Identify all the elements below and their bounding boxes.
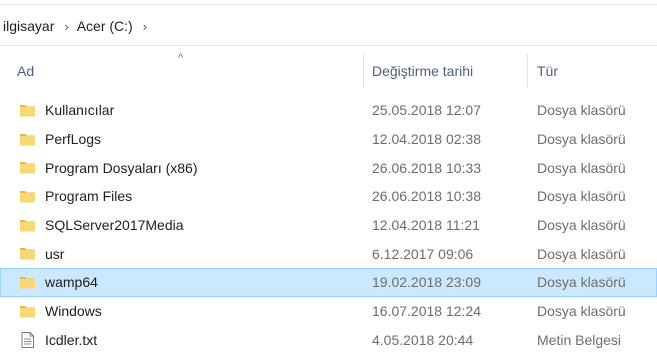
file-name: Windows	[45, 303, 102, 319]
file-name: wamp64	[45, 274, 98, 290]
folder-icon	[19, 102, 36, 118]
file-row[interactable]: Program Dosyaları (x86) 26.06.2018 10:33 D…	[0, 153, 657, 182]
file-type: Dosya klasörü	[537, 160, 626, 176]
file-modified-date: 12.04.2018 02:38	[372, 131, 481, 147]
file-type: Dosya klasörü	[537, 303, 626, 319]
breadcrumb: ilgisayar › Acer (C:) ›	[0, 13, 657, 39]
file-modified-date: 6.12.2017 09:06	[372, 246, 473, 262]
folder-icon	[19, 188, 36, 204]
chevron-right-icon[interactable]: ›	[58, 19, 76, 34]
file-row[interactable]: PerfLogs 12.04.2018 02:38 Dosya klasörü	[0, 125, 657, 154]
file-type: Dosya klasörü	[537, 188, 626, 204]
file-name: Program Files	[45, 188, 132, 204]
folder-icon	[19, 303, 36, 319]
file-name: Kullanıcılar	[45, 102, 114, 118]
column-header-date[interactable]: Değiştirme tarihi	[372, 52, 522, 90]
file-type: Dosya klasörü	[537, 102, 626, 118]
file-modified-date: 26.06.2018 10:38	[372, 188, 481, 204]
folder-icon	[19, 245, 36, 261]
text-file-icon	[19, 332, 36, 348]
file-row[interactable]: Windows 16.07.2018 12:24 Dosya klasörü	[0, 297, 657, 326]
column-separator[interactable]	[363, 54, 364, 88]
folder-icon	[19, 159, 36, 175]
file-type: Dosya klasörü	[537, 217, 626, 233]
file-list: Kullanıcılar 25.05.2018 12:07 Dosya klasör…	[0, 96, 657, 354]
file-row[interactable]: usr 6.12.2017 09:06 Dosya klasörü	[0, 239, 657, 268]
file-modified-date: 16.07.2018 12:24	[372, 303, 481, 319]
column-separator[interactable]	[527, 54, 528, 88]
file-row[interactable]: Program Files 26.06.2018 10:38 Dosya klasö…	[0, 182, 657, 211]
file-name: Program Dosyaları (x86)	[45, 160, 198, 176]
folder-icon	[19, 274, 36, 290]
file-modified-date: 19.02.2018 23:09	[372, 274, 481, 290]
column-header-type[interactable]: Tür	[537, 52, 657, 90]
file-type: Dosya klasörü	[537, 246, 626, 262]
file-type: Dosya klasörü	[537, 131, 626, 147]
file-name: SQLServer2017Media	[45, 217, 184, 233]
file-name: Icdler.txt	[45, 332, 97, 348]
file-type: Metin Belgesi	[537, 332, 621, 348]
file-modified-date: 4.05.2018 20:44	[372, 332, 473, 348]
top-divider	[0, 4, 657, 5]
file-row[interactable]: Kullanıcılar 25.05.2018 12:07 Dosya klasör…	[0, 96, 657, 125]
column-header-bar: ^ Ad Değiştirme tarihi Tür	[0, 52, 657, 90]
file-row[interactable]: SQLServer2017Media 12.04.2018 11:21 Dosya …	[0, 211, 657, 240]
file-row[interactable]: wamp64 19.02.2018 23:09 Dosya klasörü	[0, 268, 657, 297]
file-name: usr	[45, 246, 64, 262]
breadcrumb-item-drive[interactable]: Acer (C:)	[77, 18, 137, 34]
file-modified-date: 26.06.2018 10:33	[372, 160, 481, 176]
file-type: Dosya klasörü	[537, 274, 626, 290]
breadcrumb-divider	[0, 45, 657, 46]
folder-icon	[19, 131, 36, 147]
chevron-right-icon[interactable]: ›	[137, 19, 155, 34]
column-header-name[interactable]: Ad	[17, 52, 362, 90]
file-row[interactable]: Icdler.txt 4.05.2018 20:44 Metin Belgesi	[0, 326, 657, 354]
file-name: PerfLogs	[45, 131, 101, 147]
file-modified-date: 12.04.2018 11:21	[372, 217, 480, 233]
folder-icon	[19, 217, 36, 233]
breadcrumb-item-computer[interactable]: ilgisayar	[0, 18, 58, 34]
file-modified-date: 25.05.2018 12:07	[372, 102, 481, 118]
